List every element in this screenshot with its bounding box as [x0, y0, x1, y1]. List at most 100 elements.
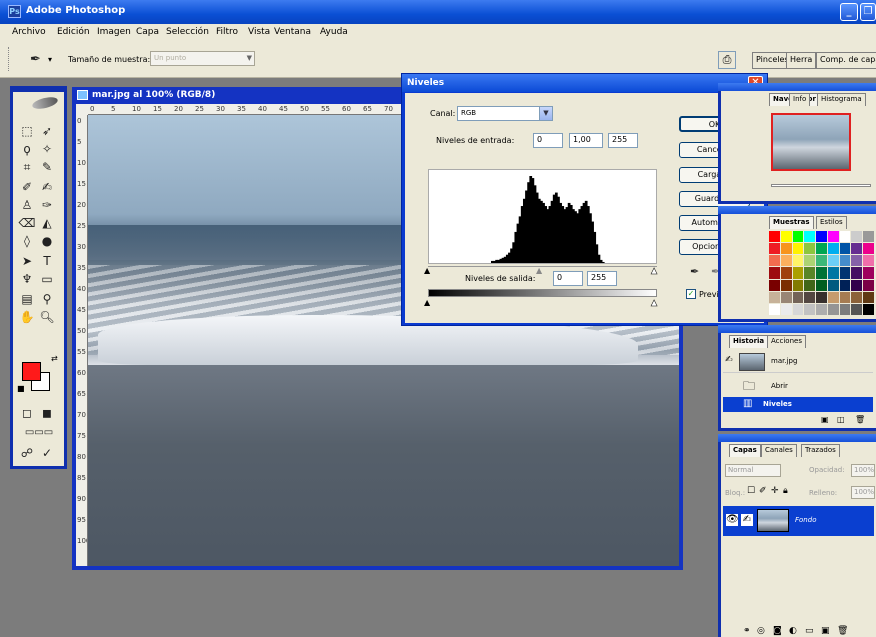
color-swatch[interactable] [863, 255, 874, 267]
lock-all-icon[interactable]: 🔒︎ [783, 486, 788, 496]
menu-ayuda[interactable]: Ayuda [320, 27, 348, 37]
color-swatch[interactable] [780, 255, 792, 267]
tab-info[interactable]: Info [789, 93, 811, 106]
color-swatch[interactable] [827, 255, 839, 267]
tab-swatches[interactable]: Muestras [769, 216, 814, 229]
input-white-field[interactable]: 255 [608, 133, 638, 148]
swatch-grid[interactable] [769, 231, 874, 315]
lock-position-icon[interactable]: ✛ [771, 486, 779, 496]
ruler-origin[interactable] [76, 104, 88, 115]
restore-button[interactable]: ❐ [860, 3, 876, 21]
layers-panel-header[interactable] [718, 434, 876, 442]
layer-link-icon[interactable]: ⚭ [743, 626, 751, 636]
layer-style-icon[interactable]: ◎ [757, 626, 765, 636]
tab-history[interactable]: Historia [729, 335, 769, 348]
adjustment-layer-icon[interactable]: ◐ [789, 626, 797, 636]
swap-colors-icon[interactable]: ⇄ [51, 354, 58, 363]
imageready-icon[interactable]: ☍ [18, 444, 36, 462]
input-gamma-field[interactable]: 1,00 [569, 133, 603, 148]
output-black-field[interactable]: 0 [553, 271, 583, 286]
color-swatch[interactable] [827, 291, 839, 303]
color-swatch[interactable] [780, 303, 792, 315]
color-swatch[interactable] [827, 231, 839, 243]
color-swatch[interactable] [851, 267, 863, 279]
swatches-panel-header[interactable] [718, 206, 876, 214]
move-tool-icon[interactable]: ➶ [38, 122, 56, 140]
color-swatch[interactable] [851, 303, 863, 315]
history-state-row-selected[interactable]: ▥ Niveles [723, 397, 873, 412]
eye-icon[interactable]: 👁︎ [726, 514, 739, 526]
file-browser-icon[interactable]: ⎙ [718, 51, 736, 69]
gamma-slider-icon[interactable]: ▲ [536, 266, 542, 275]
healing-brush-tool-icon[interactable]: ✐ [18, 178, 36, 196]
color-swatch[interactable] [816, 291, 827, 303]
hand-tool-icon[interactable]: ✋ [18, 308, 36, 326]
preview-checkbox[interactable]: ✓ [686, 289, 696, 299]
tab-actions[interactable]: Acciones [767, 335, 806, 348]
color-swatch[interactable] [839, 243, 851, 255]
menu-capa[interactable]: Capa [136, 27, 159, 37]
color-swatch[interactable] [792, 291, 804, 303]
history-snapshot-row[interactable]: ✍ mar.jpg [723, 351, 873, 373]
dodge-tool-icon[interactable]: ● [38, 232, 56, 250]
pen-tool-icon[interactable]: ♆ [18, 270, 36, 288]
output-black-slider-icon[interactable]: ▲ [424, 298, 430, 307]
paint-bucket-tool-icon[interactable]: ◭ [38, 214, 56, 232]
color-swatch[interactable] [827, 303, 839, 315]
white-point-slider-icon[interactable]: ▲ [651, 266, 658, 276]
history-brush-tool-icon[interactable]: ✑ [38, 196, 56, 214]
crop-tool-icon[interactable]: ⌗ [18, 158, 36, 176]
new-layer-icon[interactable]: ▣ [821, 626, 830, 636]
standard-mode-icon[interactable]: ◻ [18, 404, 36, 422]
color-swatch[interactable] [816, 267, 827, 279]
color-swatch[interactable] [792, 231, 804, 243]
lock-image-icon[interactable]: ✐ [759, 486, 767, 496]
vertical-ruler[interactable]: 0 5 10 15 20 25 30 35 40 45 50 55 60 65 70 75 80 85 90 95 10… [76, 115, 88, 566]
color-swatch[interactable] [780, 267, 792, 279]
tab-layers[interactable]: Capas [729, 444, 761, 457]
color-swatch[interactable] [863, 243, 874, 255]
color-swatch[interactable] [863, 303, 874, 315]
input-levels-slider[interactable]: ▲ ▲ ▲ [424, 266, 658, 276]
type-tool-icon[interactable]: T [38, 252, 56, 270]
opacity-field[interactable]: 100% [851, 464, 875, 477]
color-swatch[interactable] [804, 267, 816, 279]
color-swatch[interactable] [780, 231, 792, 243]
new-group-icon[interactable]: ▭ [805, 626, 814, 636]
lock-transparency-icon[interactable]: ☐ [747, 486, 755, 496]
color-swatch[interactable] [839, 255, 851, 267]
output-white-field[interactable]: 255 [587, 271, 617, 286]
history-brush-icon[interactable]: ✍ [725, 355, 733, 365]
color-swatch[interactable] [804, 255, 816, 267]
menu-filtro[interactable]: Filtro [216, 27, 238, 37]
black-eyedropper-icon[interactable]: ✒ [690, 265, 699, 278]
color-swatch[interactable] [804, 231, 816, 243]
navigator-thumbnail[interactable] [771, 113, 851, 171]
delete-layer-icon[interactable]: 🗑︎ [837, 626, 848, 636]
color-swatch[interactable] [769, 267, 780, 279]
color-swatch[interactable] [827, 243, 839, 255]
color-swatch[interactable] [792, 243, 804, 255]
trash-icon[interactable]: 🗑︎ [855, 415, 865, 424]
color-swatch[interactable] [769, 255, 780, 267]
color-swatch[interactable] [804, 279, 816, 291]
color-swatch[interactable] [851, 255, 863, 267]
brush-link-icon[interactable]: ✍ [741, 514, 753, 526]
tab-paths[interactable]: Trazados [801, 444, 840, 457]
color-swatch[interactable] [839, 279, 851, 291]
color-swatch[interactable] [827, 279, 839, 291]
zoom-slider[interactable] [771, 184, 871, 187]
clone-stamp-tool-icon[interactable]: ♙ [18, 196, 36, 214]
color-swatch[interactable] [863, 279, 874, 291]
color-swatch[interactable] [769, 243, 780, 255]
jump-icon[interactable]: ✓ [38, 444, 56, 462]
color-swatch[interactable] [816, 255, 827, 267]
color-swatch[interactable] [816, 279, 827, 291]
marquee-tool-icon[interactable]: ⬚ [18, 122, 36, 140]
color-swatch[interactable] [816, 231, 827, 243]
color-swatch[interactable] [863, 291, 874, 303]
color-swatch[interactable] [804, 303, 816, 315]
quick-mask-mode-icon[interactable]: ◼ [38, 404, 56, 422]
input-black-field[interactable]: 0 [533, 133, 563, 148]
tab-histogram[interactable]: Histograma [817, 93, 866, 106]
